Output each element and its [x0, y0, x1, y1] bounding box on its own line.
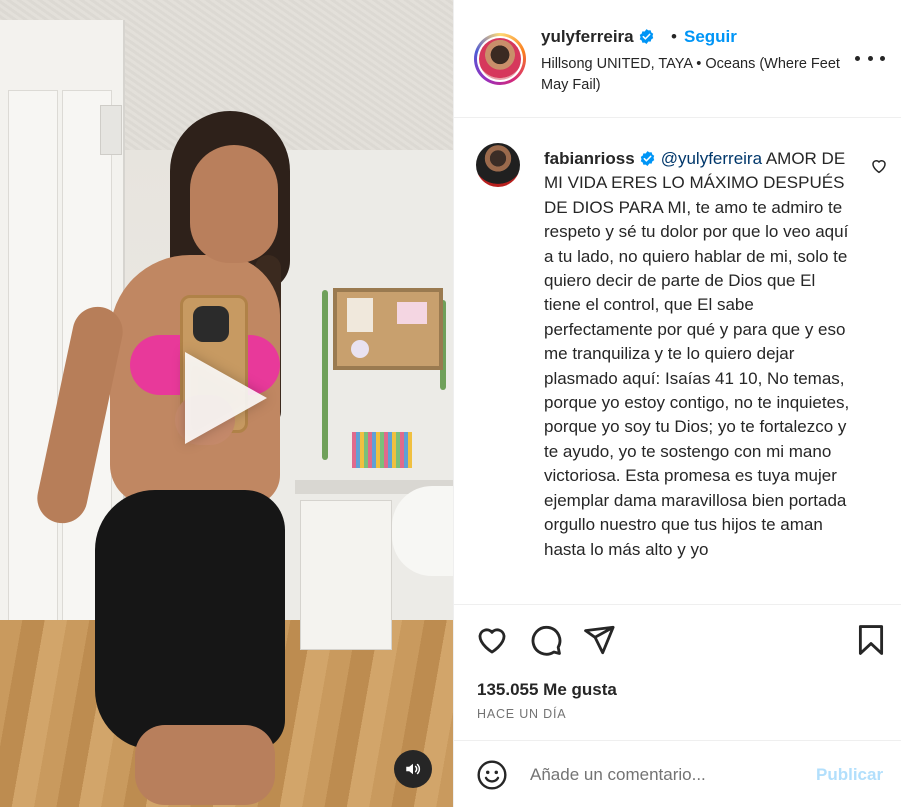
publish-button[interactable]: Publicar [816, 765, 883, 785]
chair [392, 486, 453, 576]
comment: fabianrioss @yulyferreira AMOR DE MI VID… [544, 147, 854, 562]
bookmark-icon[interactable] [854, 623, 888, 657]
verified-badge-icon [640, 151, 654, 166]
commenter-avatar[interactable] [476, 143, 520, 187]
phone-camera [193, 306, 229, 342]
board-note [351, 340, 369, 358]
like-count[interactable]: 135.055 Me gusta [477, 680, 617, 700]
post-media-video[interactable] [0, 0, 453, 807]
board-note [397, 302, 427, 324]
speaker-icon [406, 763, 421, 775]
audio-track-link[interactable]: Hillsong UNITED, TAYA • Oceans (Where Fe… [541, 54, 851, 96]
paper-plane-icon[interactable] [582, 623, 616, 657]
more-options-icon[interactable] [855, 48, 885, 68]
board-note [347, 298, 373, 332]
legs [135, 725, 275, 805]
closet-door [8, 90, 58, 710]
comment-input[interactable] [530, 761, 800, 789]
commenter-username[interactable]: fabianrioss [544, 149, 635, 168]
comment-bubble-icon[interactable] [529, 623, 563, 657]
avatar [479, 38, 521, 80]
person-figure [32, 105, 295, 805]
comment-like-heart-icon[interactable] [870, 157, 888, 175]
separator-dot: • [671, 27, 677, 46]
sound-toggle-button[interactable] [394, 750, 432, 788]
post-timestamp[interactable]: HACE UN DÍA [477, 707, 566, 721]
add-comment-bar: Publicar [454, 740, 901, 807]
post-header: yulyferreira • Seguir Hillsong UNITED, T… [454, 0, 901, 118]
drawer-unit [300, 500, 392, 650]
face [190, 145, 278, 263]
emoji-smile-icon[interactable] [476, 759, 508, 791]
shorts [95, 490, 285, 750]
comment-mention[interactable]: @yulyferreira [661, 149, 762, 168]
cork-board [333, 288, 443, 370]
story-avatar[interactable] [474, 33, 526, 85]
post-author[interactable]: yulyferreira [541, 27, 655, 47]
verified-badge-icon [639, 29, 653, 44]
comments-section[interactable]: fabianrioss @yulyferreira AMOR DE MI VID… [454, 119, 901, 604]
play-icon[interactable] [185, 352, 267, 444]
comment-text: AMOR DE MI VIDA ERES LO MÁXIMO DESPUÉS D… [544, 149, 850, 559]
action-bar [454, 604, 901, 674]
plant-vine [322, 290, 328, 460]
follow-button[interactable]: Seguir [684, 27, 737, 47]
marker-set [352, 432, 412, 468]
post-sidebar: yulyferreira • Seguir Hillsong UNITED, T… [453, 0, 901, 807]
author-username[interactable]: yulyferreira [541, 27, 634, 46]
heart-icon[interactable] [475, 623, 509, 657]
